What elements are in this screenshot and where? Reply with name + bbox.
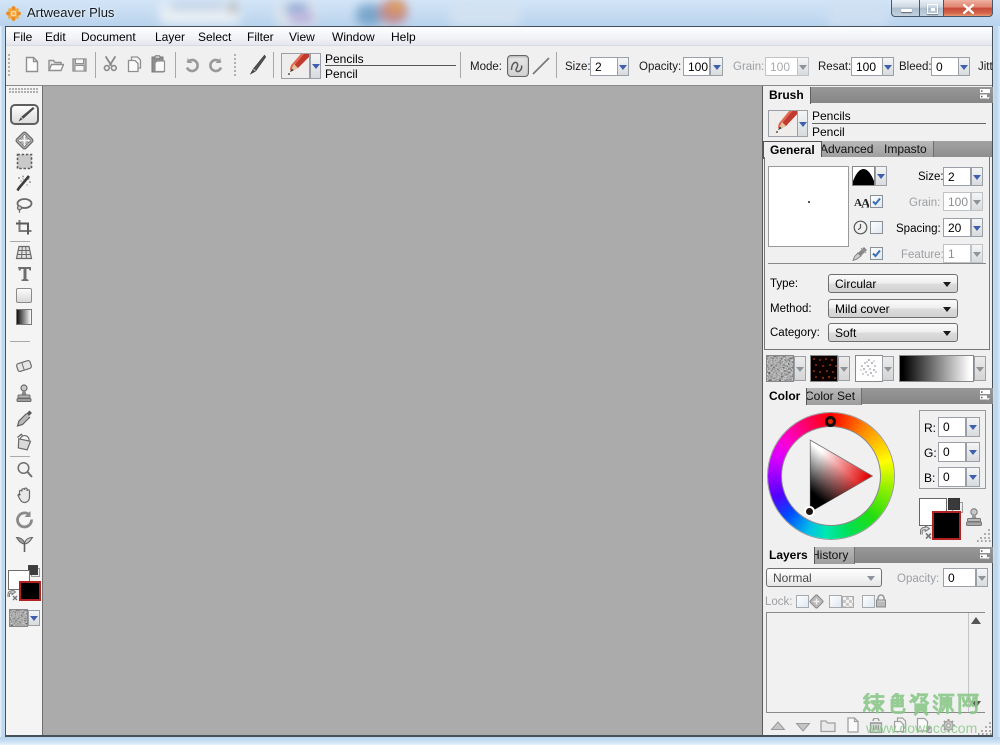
- svg-text:A: A: [861, 196, 869, 209]
